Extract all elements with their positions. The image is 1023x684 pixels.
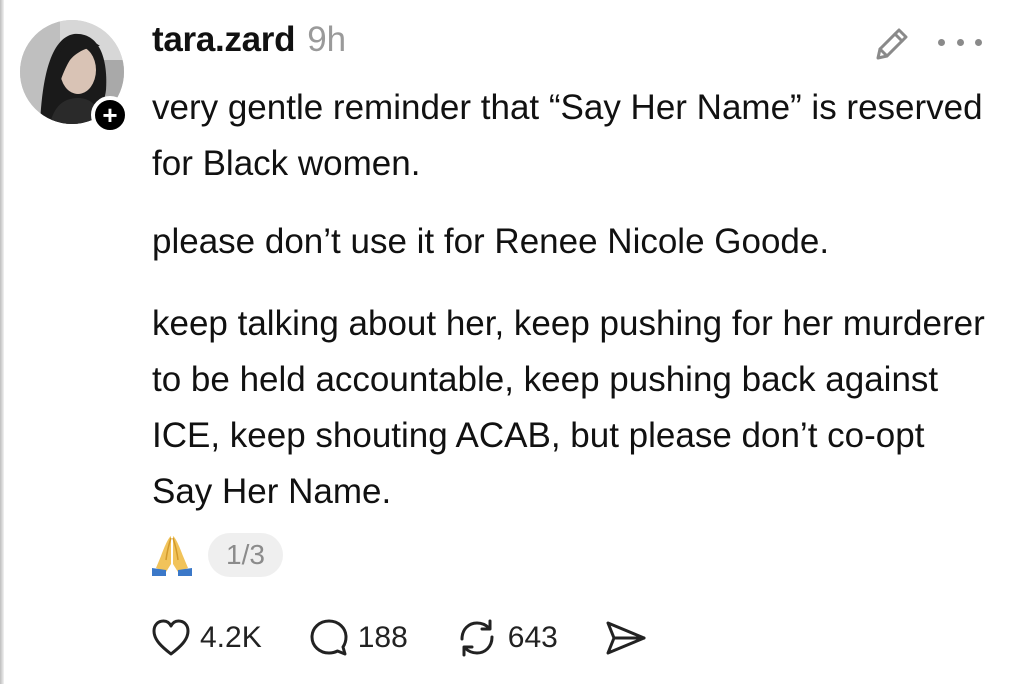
comment-bubble-icon bbox=[310, 619, 348, 656]
like-button[interactable]: 4.2K bbox=[150, 618, 262, 658]
dot bbox=[938, 38, 945, 46]
follow-badge-plus-icon[interactable]: + bbox=[91, 96, 129, 134]
post-paragraph-2: please don’t use it for Renee Nicole Goo… bbox=[152, 222, 830, 261]
pencil-icon[interactable] bbox=[870, 22, 914, 66]
reply-count: 188 bbox=[357, 621, 408, 654]
more-options-icon[interactable] bbox=[938, 24, 982, 60]
heart-icon bbox=[152, 619, 190, 656]
author-username[interactable]: tara.zard bbox=[152, 20, 296, 60]
post-paragraph-1: very gentle reminder that “Say Her Name”… bbox=[152, 88, 983, 183]
folded-hands-icon bbox=[150, 533, 194, 577]
share-button[interactable] bbox=[604, 618, 648, 658]
action-bar: 4.2K 188 643 bbox=[150, 610, 694, 666]
like-count: 4.2K bbox=[200, 621, 262, 654]
post-body: very gentle reminder that “Say Her Name”… bbox=[152, 80, 992, 520]
repost-button[interactable]: 643 bbox=[454, 617, 558, 659]
post-timestamp: 9h bbox=[307, 20, 347, 59]
dot bbox=[956, 38, 964, 46]
reply-button[interactable]: 188 bbox=[308, 617, 408, 659]
dot bbox=[975, 38, 982, 46]
repost-count: 643 bbox=[507, 621, 558, 654]
window-edge bbox=[0, 0, 4, 684]
post-header: tara.zard 9h bbox=[152, 20, 346, 68]
thread-page-indicator[interactable]: 1/3 bbox=[208, 533, 283, 577]
post-paragraph-3: keep talking about her, keep pushing for… bbox=[152, 304, 985, 511]
repost-icon bbox=[460, 619, 494, 657]
post-meta-row: 1/3 bbox=[150, 532, 283, 578]
send-icon bbox=[606, 621, 646, 655]
